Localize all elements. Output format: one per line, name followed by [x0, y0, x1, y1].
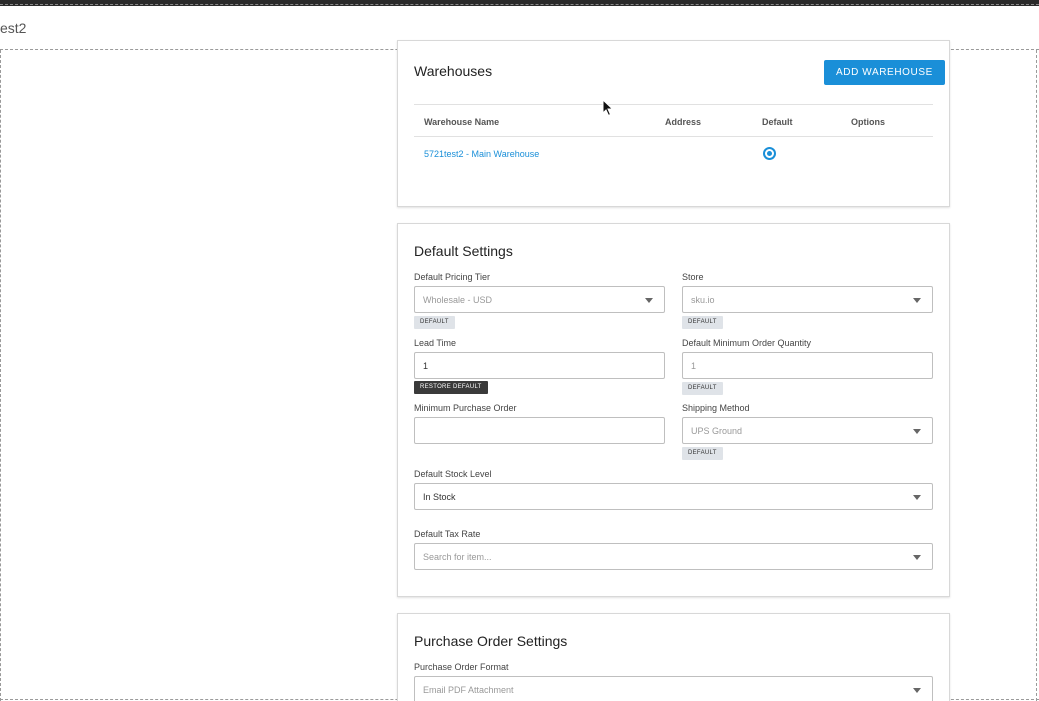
column-header-address[interactable]: Address: [665, 117, 701, 127]
lead-time-value: 1: [423, 361, 429, 371]
chevron-down-icon: [645, 298, 653, 303]
chevron-down-icon: [913, 495, 921, 500]
min-order-qty-default-tag: DEFAULT: [682, 382, 723, 395]
chevron-down-icon: [913, 555, 921, 560]
min-purchase-order-label: Minimum Purchase Order: [414, 403, 517, 413]
stock-level-value: In Stock: [423, 492, 456, 502]
tax-rate-select[interactable]: Search for item...: [414, 543, 933, 570]
lead-time-input[interactable]: 1: [414, 352, 665, 379]
purchase-order-format-value: Email PDF Attachment: [423, 685, 514, 695]
min-purchase-order-input[interactable]: [414, 417, 665, 444]
store-default-tag: DEFAULT: [682, 316, 723, 329]
pricing-tier-label: Default Pricing Tier: [414, 272, 491, 282]
restore-default-button[interactable]: RESTORE DEFAULT: [414, 381, 488, 394]
stock-level-select[interactable]: In Stock: [414, 483, 933, 510]
default-settings-card: Default Settings Default Pricing Tier Wh…: [397, 223, 950, 597]
min-order-qty-input[interactable]: 1: [682, 352, 933, 379]
purchase-order-settings-title: Purchase Order Settings: [414, 633, 568, 649]
radio-checked-icon[interactable]: [763, 147, 776, 160]
pricing-tier-select[interactable]: Wholesale - USD: [414, 286, 665, 313]
page-title: est2: [0, 20, 27, 36]
shipping-method-value: UPS Ground: [691, 426, 743, 436]
warehouses-title: Warehouses: [414, 63, 493, 79]
pricing-tier-value: Wholesale - USD: [423, 295, 493, 305]
chevron-down-icon: [913, 688, 921, 693]
tax-rate-placeholder: Search for item...: [423, 552, 492, 562]
min-order-qty-placeholder: 1: [691, 361, 697, 371]
warehouse-name-link[interactable]: 5721test2 - Main Warehouse: [424, 149, 539, 159]
right-border: [1036, 50, 1037, 701]
purchase-order-format-select[interactable]: Email PDF Attachment: [414, 676, 933, 701]
store-label: Store: [682, 272, 704, 282]
min-order-qty-label: Default Minimum Order Quantity: [682, 338, 812, 348]
default-settings-title: Default Settings: [414, 243, 513, 259]
add-warehouse-button[interactable]: ADD WAREHOUSE: [824, 60, 945, 85]
shipping-method-select[interactable]: UPS Ground: [682, 417, 933, 444]
column-header-options: Options: [851, 117, 885, 127]
chevron-down-icon: [913, 429, 921, 434]
column-header-warehouse-name[interactable]: Warehouse Name: [424, 117, 499, 127]
left-border: [0, 50, 1, 701]
lead-time-label: Lead Time: [414, 338, 457, 348]
shipping-method-label: Shipping Method: [682, 403, 750, 413]
table-top-divider: [414, 104, 933, 105]
purchase-order-format-label: Purchase Order Format: [414, 662, 509, 672]
store-select[interactable]: sku.io: [682, 286, 933, 313]
column-header-default[interactable]: Default: [762, 117, 793, 127]
purchase-order-settings-card: Purchase Order Settings Purchase Order F…: [397, 613, 950, 701]
table-header-divider: [414, 136, 933, 137]
pricing-tier-default-tag: DEFAULT: [414, 316, 455, 329]
chevron-down-icon: [913, 298, 921, 303]
warehouses-card: Warehouses ADD WAREHOUSE Warehouse Name …: [397, 40, 950, 207]
store-value: sku.io: [691, 295, 715, 305]
stock-level-label: Default Stock Level: [414, 469, 492, 479]
tax-rate-label: Default Tax Rate: [414, 529, 481, 539]
shipping-method-default-tag: DEFAULT: [682, 447, 723, 460]
